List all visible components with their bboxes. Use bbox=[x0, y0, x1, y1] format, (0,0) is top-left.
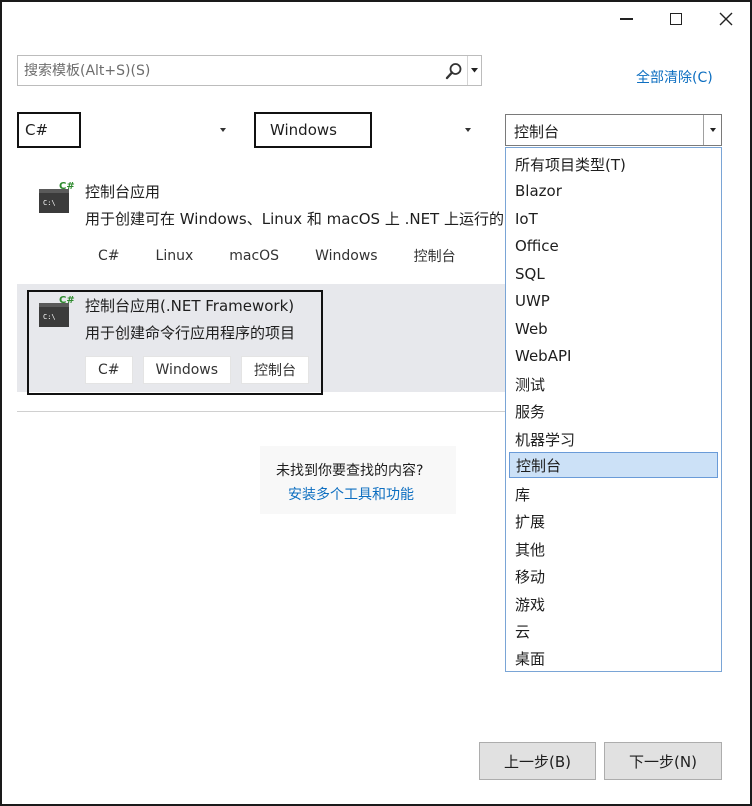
template-search bbox=[17, 55, 482, 86]
maximize-icon bbox=[670, 13, 682, 25]
template-name: 控制台应用 bbox=[85, 183, 161, 201]
maximize-button[interactable] bbox=[656, 6, 696, 32]
option-library[interactable]: 库 bbox=[515, 481, 530, 507]
svg-text:C:\: C:\ bbox=[43, 199, 56, 207]
highlight-box bbox=[27, 290, 323, 395]
project-type-filter-value: 控制台 bbox=[514, 123, 560, 141]
project-type-filter[interactable]: 控制台 bbox=[505, 114, 722, 146]
close-button[interactable] bbox=[706, 6, 746, 32]
option-webapi[interactable]: WebAPI bbox=[515, 343, 571, 369]
search-options-dropdown[interactable] bbox=[467, 56, 481, 85]
option-games[interactable]: 游戏 bbox=[515, 591, 545, 617]
clear-all-link[interactable]: 全部清除(C) bbox=[636, 67, 713, 87]
chevron-down-icon bbox=[220, 128, 226, 132]
option-service[interactable]: 服务 bbox=[515, 398, 545, 424]
svg-text:C#: C# bbox=[59, 181, 75, 192]
tag-linux: Linux bbox=[142, 242, 207, 270]
language-filter-value: C# bbox=[17, 112, 81, 148]
minimize-icon bbox=[619, 18, 633, 20]
search-icon bbox=[445, 62, 462, 79]
template-tags: C# Linux macOS Windows 控制台 bbox=[85, 242, 469, 270]
option-blazor[interactable]: Blazor bbox=[515, 178, 562, 204]
search-input[interactable] bbox=[18, 56, 441, 85]
tag-macos: macOS bbox=[216, 242, 293, 270]
tag-csharp: C# bbox=[85, 242, 133, 270]
minimize-button[interactable] bbox=[606, 6, 646, 32]
next-button[interactable]: 下一步(N) bbox=[604, 742, 722, 780]
not-found-panel: 未找到你要查找的内容? 安装多个工具和功能 bbox=[260, 446, 456, 514]
project-type-dropdown-list: 所有项目类型(T) Blazor IoT Office SQL UWP Web … bbox=[505, 147, 722, 672]
option-machine-learning[interactable]: 机器学习 bbox=[515, 426, 575, 452]
option-extension[interactable]: 扩展 bbox=[515, 508, 545, 534]
option-other[interactable]: 其他 bbox=[515, 536, 545, 562]
tag-console: 控制台 bbox=[400, 242, 469, 270]
not-found-question: 未找到你要查找的内容? bbox=[276, 463, 424, 479]
option-all-project-types[interactable]: 所有项目类型(T) bbox=[515, 151, 626, 177]
option-iot[interactable]: IoT bbox=[515, 206, 538, 232]
project-type-dropdown-button[interactable] bbox=[703, 115, 721, 145]
chevron-down-icon bbox=[465, 128, 471, 132]
chevron-down-icon bbox=[709, 128, 716, 132]
template-description: 用于创建可在 Windows、Linux 和 macOS 上 .NET 上运行的 bbox=[85, 210, 504, 228]
option-office[interactable]: Office bbox=[515, 233, 559, 259]
platform-filter-value: Windows bbox=[254, 112, 372, 148]
search-button[interactable] bbox=[441, 56, 467, 85]
tag-windows: Windows bbox=[302, 242, 391, 270]
option-desktop[interactable]: 桌面 bbox=[515, 645, 545, 671]
option-test[interactable]: 测试 bbox=[515, 371, 545, 397]
option-web[interactable]: Web bbox=[515, 316, 548, 342]
chevron-down-icon bbox=[471, 68, 478, 73]
option-mobile[interactable]: 移动 bbox=[515, 563, 545, 589]
back-button[interactable]: 上一步(B) bbox=[479, 742, 596, 780]
option-sql[interactable]: SQL bbox=[515, 261, 545, 287]
language-filter[interactable]: C# bbox=[17, 112, 239, 148]
option-cloud[interactable]: 云 bbox=[515, 618, 530, 644]
template-item-console-app[interactable]: C:\ C# 控制台应用 用于创建可在 Windows、Linux 和 macO… bbox=[17, 170, 507, 278]
close-icon bbox=[719, 12, 733, 26]
option-uwp[interactable]: UWP bbox=[515, 288, 550, 314]
install-tools-link[interactable]: 安装多个工具和功能 bbox=[288, 484, 414, 504]
option-console[interactable]: 控制台 bbox=[509, 452, 718, 478]
platform-filter[interactable]: Windows bbox=[254, 112, 480, 148]
console-app-icon: C:\ C# bbox=[39, 181, 75, 213]
divider bbox=[17, 411, 507, 412]
